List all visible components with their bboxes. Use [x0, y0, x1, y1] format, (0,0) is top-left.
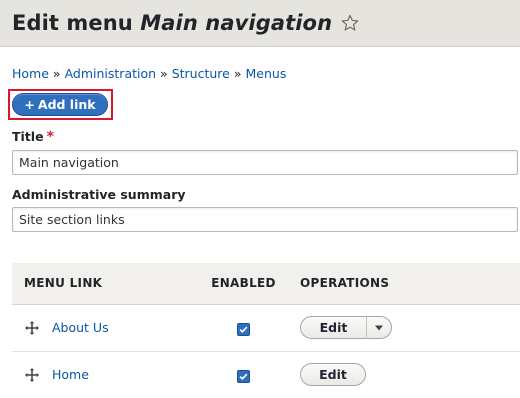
- column-header-operations: OPERATIONS: [292, 263, 520, 305]
- page-header: Edit menu Main navigation: [0, 0, 520, 47]
- enabled-checkbox[interactable]: [237, 370, 250, 383]
- breadcrumb-separator: »: [52, 66, 61, 81]
- menu-link-about-us[interactable]: About Us: [52, 320, 109, 335]
- drag-handle-icon[interactable]: [24, 367, 40, 383]
- edit-button[interactable]: Edit: [300, 363, 366, 386]
- table-header-row: MENU LINK ENABLED OPERATIONS: [12, 263, 520, 305]
- page-title: Edit menu Main navigation: [12, 11, 332, 35]
- plus-icon: +: [24, 97, 35, 112]
- summary-field[interactable]: [12, 207, 518, 232]
- add-link-label: Add link: [37, 97, 96, 112]
- breadcrumb-structure[interactable]: Structure: [172, 66, 230, 81]
- enabled-checkbox[interactable]: [237, 323, 250, 336]
- star-outline-icon[interactable]: [340, 13, 360, 33]
- table-row: Home Edit: [12, 351, 520, 398]
- breadcrumb-administration[interactable]: Administration: [65, 66, 156, 81]
- operations-cell: Edit: [292, 351, 520, 398]
- title-label: Title *: [12, 129, 54, 145]
- column-header-enabled[interactable]: ENABLED: [195, 263, 292, 305]
- table-row: About Us Edit: [12, 304, 520, 352]
- menu-link-cell: About Us: [12, 304, 195, 352]
- menu-links-table: MENU LINK ENABLED OPERATIONS About Us Ed…: [12, 263, 520, 398]
- page-title-menu-name: Main navigation: [140, 11, 333, 35]
- menu-link-home[interactable]: Home: [52, 367, 89, 382]
- breadcrumb-home[interactable]: Home: [12, 66, 49, 81]
- breadcrumb: Home» Administration» Structure» Menus: [12, 66, 286, 81]
- breadcrumb-separator: »: [160, 66, 168, 81]
- menu-link-cell: Home: [12, 351, 195, 398]
- drag-handle-icon[interactable]: [24, 320, 40, 336]
- edit-button[interactable]: Edit: [300, 316, 366, 339]
- edit-split-button: Edit: [300, 316, 392, 339]
- add-link-button[interactable]: + Add link: [12, 93, 108, 116]
- breadcrumb-separator: »: [233, 66, 242, 81]
- title-field[interactable]: [12, 150, 518, 175]
- operations-cell: Edit: [292, 304, 520, 352]
- summary-label: Administrative summary: [12, 187, 186, 202]
- page-title-prefix: Edit menu: [12, 11, 133, 35]
- chevron-down-icon: [375, 325, 383, 330]
- title-label-text: Title: [12, 129, 44, 144]
- column-header-menu-link[interactable]: MENU LINK: [12, 263, 195, 305]
- enabled-cell: [195, 304, 292, 352]
- operations-dropdown-toggle[interactable]: [366, 316, 392, 339]
- required-marker: *: [46, 129, 54, 145]
- enabled-cell: [195, 351, 292, 398]
- breadcrumb-menus[interactable]: Menus: [246, 66, 287, 81]
